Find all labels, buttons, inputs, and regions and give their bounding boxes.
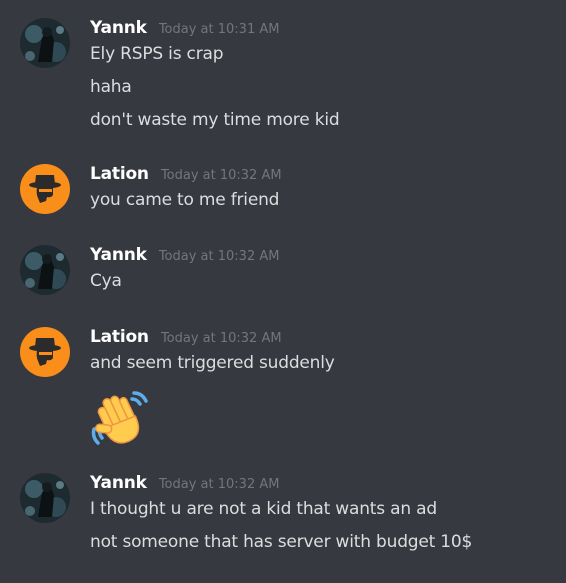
message-header: Yannk Today at 10:32 AM: [90, 245, 279, 267]
hat-silhouette-avatar-icon: [20, 327, 70, 377]
message-text: Cya: [90, 271, 122, 291]
message-text: not someone that has server with budget …: [90, 532, 473, 552]
username[interactable]: Yannk: [90, 473, 147, 493]
user-avatar[interactable]: [20, 18, 70, 68]
user-avatar[interactable]: [20, 245, 70, 295]
message-header: Yannk Today at 10:32 AM: [90, 473, 279, 495]
waving-hand-emoji-icon[interactable]: [88, 387, 150, 449]
timestamp: Today at 10:32 AM: [158, 477, 280, 492]
timestamp: Today at 10:31 AM: [158, 22, 280, 37]
message-header: Lation Today at 10:32 AM: [90, 164, 282, 186]
message-header: Lation Today at 10:32 AM: [90, 327, 282, 349]
message-text: and seem triggered suddenly: [90, 353, 335, 373]
user-avatar[interactable]: [20, 164, 70, 214]
message-text: don't waste my time more kid: [90, 110, 340, 130]
message-text: I thought u are not a kid that wants an …: [90, 499, 437, 519]
user-avatar[interactable]: [20, 473, 70, 523]
chat-message-list: Yannk Today at 10:31 AM Ely RSPS is crap…: [0, 0, 566, 583]
message-text: Ely RSPS is crap: [90, 44, 224, 64]
message-text: you came to me friend: [90, 190, 280, 210]
message-text: haha: [90, 77, 132, 97]
username[interactable]: Yannk: [90, 245, 147, 265]
timestamp: Today at 10:32 AM: [160, 331, 282, 346]
username[interactable]: Lation: [90, 164, 149, 184]
timestamp: Today at 10:32 AM: [158, 249, 280, 264]
dark-figure-avatar-icon: [20, 245, 70, 295]
timestamp: Today at 10:32 AM: [160, 168, 282, 183]
message-header: Yannk Today at 10:31 AM: [90, 18, 279, 40]
dark-figure-avatar-icon: [20, 18, 70, 68]
hat-silhouette-avatar-icon: [20, 164, 70, 214]
username[interactable]: Yannk: [90, 18, 147, 38]
user-avatar[interactable]: [20, 327, 70, 377]
username[interactable]: Lation: [90, 327, 149, 347]
dark-figure-avatar-icon: [20, 473, 70, 523]
